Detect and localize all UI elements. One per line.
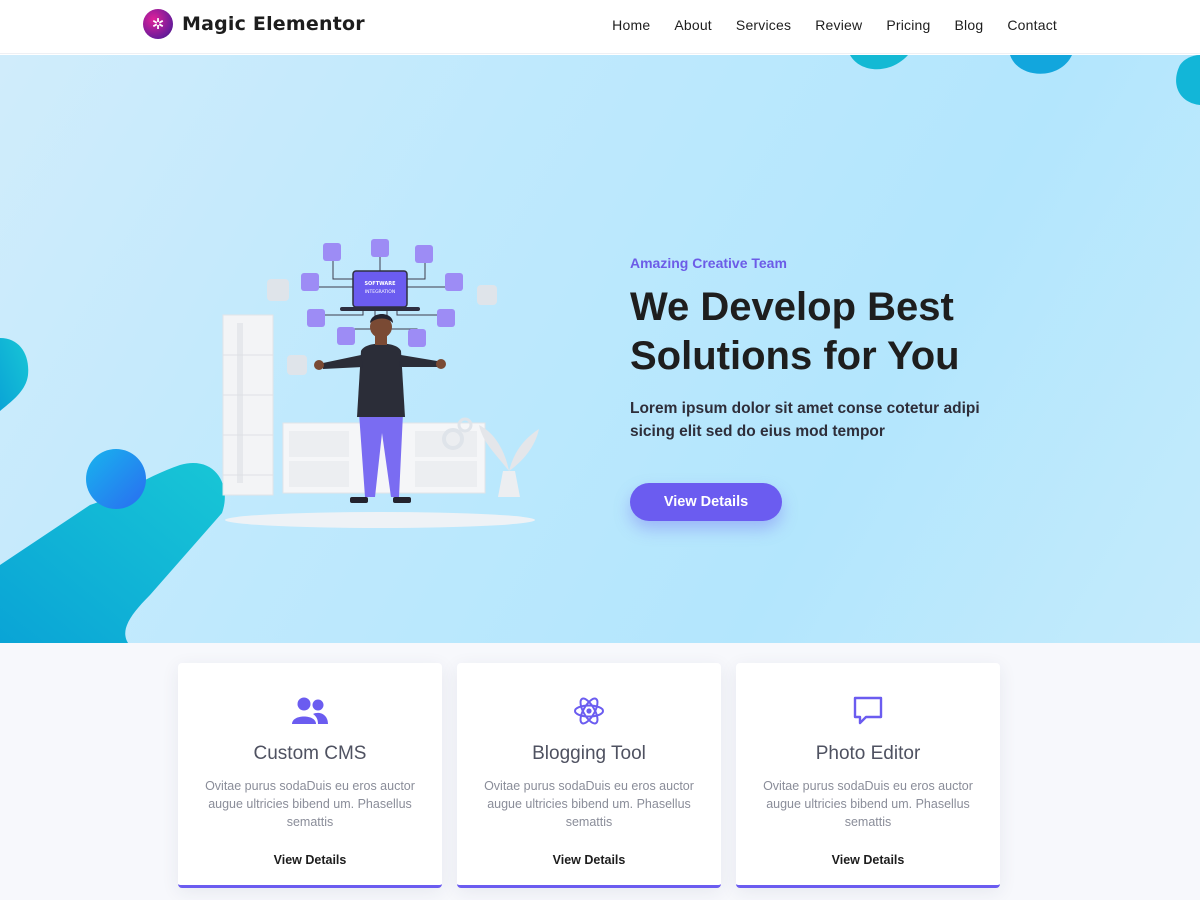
feature-description: Ovitae purus sodaDuis eu eros auctor aug…: [205, 779, 415, 830]
chat-icon: [848, 691, 888, 731]
nav-pricing[interactable]: Pricing: [886, 17, 930, 33]
feature-description: Ovitae purus sodaDuis eu eros auctor aug…: [763, 779, 973, 830]
feature-view-details-link[interactable]: View Details: [736, 853, 1000, 867]
hero-lead: Lorem ipsum dolor sit amet conse cotetur…: [630, 399, 980, 440]
decorative-blob-top-right: [850, 55, 1200, 105]
features-section: Custom CMS Ovitae purus sodaDuis eu eros…: [0, 643, 1200, 900]
site-header: ✲ Magic Elementor Home About Services Re…: [0, 0, 1200, 54]
feature-view-details-link[interactable]: View Details: [457, 853, 721, 867]
feature-title: Blogging Tool: [532, 743, 646, 764]
hero-headline-line-2: Solutions for You: [630, 333, 960, 378]
hero-headline-line-1: We Develop Best: [630, 285, 954, 329]
hero-copy: Amazing Creative Team We Develop Best So…: [630, 255, 1050, 522]
feature-description: Ovitae purus sodaDuis eu eros auctor aug…: [484, 779, 694, 830]
feature-title: Custom CMS: [253, 743, 367, 764]
atom-icon: [569, 691, 609, 731]
feature-view-details-link[interactable]: View Details: [178, 853, 442, 867]
illustration-label-software: SOFTWARE: [364, 281, 396, 287]
nav-contact[interactable]: Contact: [1007, 17, 1057, 33]
view-details-button[interactable]: View Details: [630, 483, 782, 522]
feature-card-custom-cms: Custom CMS Ovitae purus sodaDuis eu eros…: [178, 663, 442, 888]
brand-name: Magic Elementor: [182, 13, 365, 35]
nav-blog[interactable]: Blog: [955, 17, 984, 33]
feature-title: Photo Editor: [815, 743, 921, 764]
users-icon: [290, 691, 330, 731]
nav-services[interactable]: Services: [736, 17, 791, 33]
site-logo[interactable]: ✲ Magic Elementor: [143, 9, 365, 39]
feature-card-photo-editor: Photo Editor Ovitae purus sodaDuis eu er…: [736, 663, 1000, 888]
magic-wand-icon: ✲: [143, 9, 173, 39]
hero-section: SOFTWARE INTEGRATION Amazing Creative Te…: [0, 55, 1200, 643]
software-integration-illustration: SOFTWARE INTEGRATION: [222, 239, 539, 528]
hero-eyebrow: Amazing Creative Team: [630, 255, 787, 271]
main-nav: Home About Services Review Pricing Blog …: [612, 17, 1057, 33]
nav-about[interactable]: About: [674, 17, 712, 33]
hero-headline: We Develop Best Solutions for You: [630, 283, 1050, 381]
nav-review[interactable]: Review: [815, 17, 862, 33]
feature-card-blogging-tool: Blogging Tool Ovitae purus sodaDuis eu e…: [457, 663, 721, 888]
nav-home[interactable]: Home: [612, 17, 650, 33]
illustration-label-integration: INTEGRATION: [365, 289, 395, 295]
decorative-blob-left: [0, 338, 225, 643]
